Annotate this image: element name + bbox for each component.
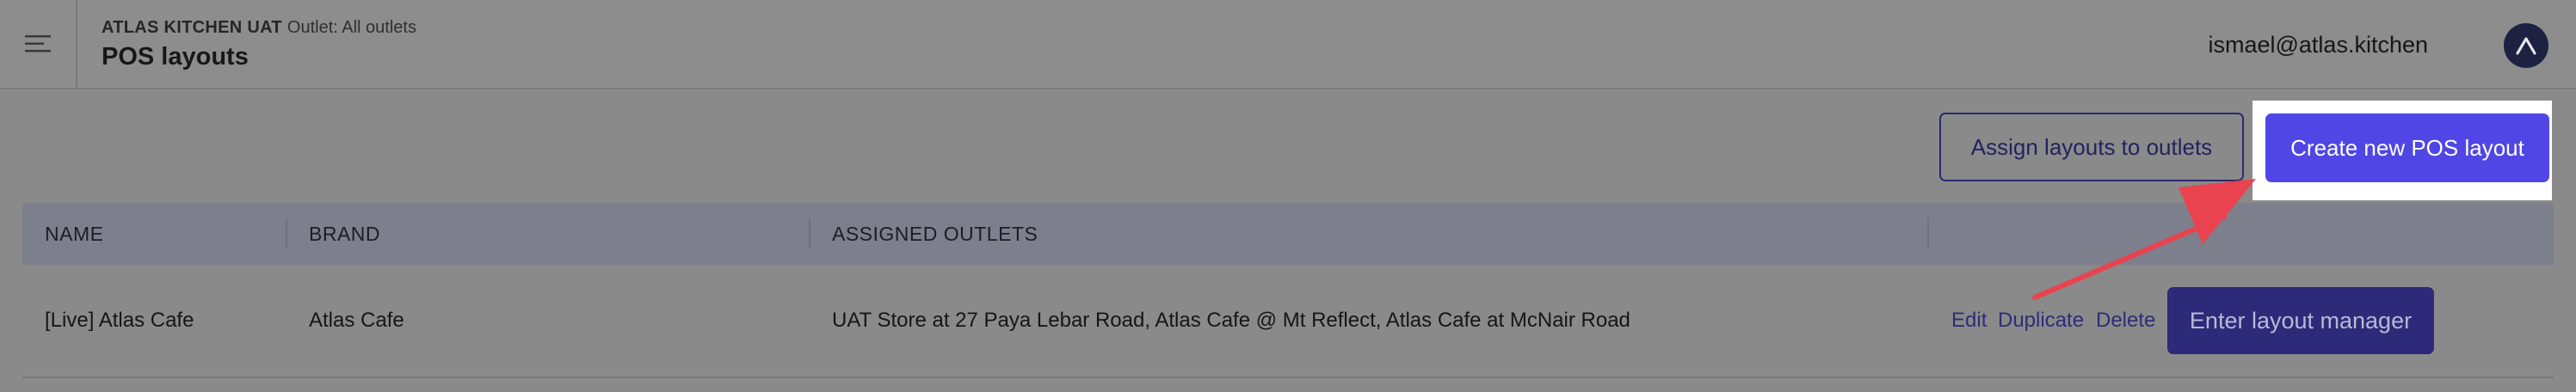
column-header-assigned-outlets: ASSIGNED OUTLETS bbox=[832, 222, 1038, 245]
org-outlet-line: ATLAS KITCHEN UAT Outlet: All outlets bbox=[102, 17, 416, 38]
org-name: ATLAS KITCHEN UAT bbox=[102, 18, 282, 37]
outlet-selector[interactable]: Outlet: All outlets bbox=[287, 18, 416, 37]
edit-link[interactable]: Edit bbox=[1951, 265, 1987, 377]
cell-name: [Live] Atlas Cafe bbox=[45, 309, 194, 332]
cell-assigned-outlets: UAT Store at 27 Paya Lebar Road, Atlas C… bbox=[832, 309, 1630, 332]
column-divider bbox=[809, 218, 810, 249]
top-header: ATLAS KITCHEN UAT Outlet: All outlets POS… bbox=[0, 0, 2576, 89]
column-divider bbox=[286, 218, 287, 249]
hamburger-menu-icon bbox=[25, 35, 51, 52]
cell-brand: Atlas Cafe bbox=[309, 309, 404, 332]
user-email[interactable]: ismael@atlas.kitchen bbox=[2208, 30, 2428, 59]
page-title: POS layouts bbox=[102, 43, 249, 70]
column-header-brand: BRAND bbox=[309, 222, 381, 245]
column-header-name: NAME bbox=[45, 222, 104, 245]
menu-button[interactable] bbox=[0, 0, 77, 88]
enter-layout-manager-button[interactable]: Enter layout manager bbox=[2167, 287, 2434, 354]
create-pos-layout-button[interactable]: Create new POS layout bbox=[2265, 113, 2549, 182]
table-header: NAME BRAND ASSIGNED OUTLETS bbox=[22, 203, 2554, 265]
delete-link[interactable]: Delete bbox=[2096, 265, 2155, 377]
duplicate-link[interactable]: Duplicate bbox=[1998, 265, 2084, 377]
avatar[interactable] bbox=[2504, 23, 2548, 68]
column-divider bbox=[1927, 218, 1929, 249]
assign-layouts-button[interactable]: Assign layouts to outlets bbox=[1939, 113, 2244, 181]
atlas-logo-icon bbox=[2516, 37, 2536, 55]
